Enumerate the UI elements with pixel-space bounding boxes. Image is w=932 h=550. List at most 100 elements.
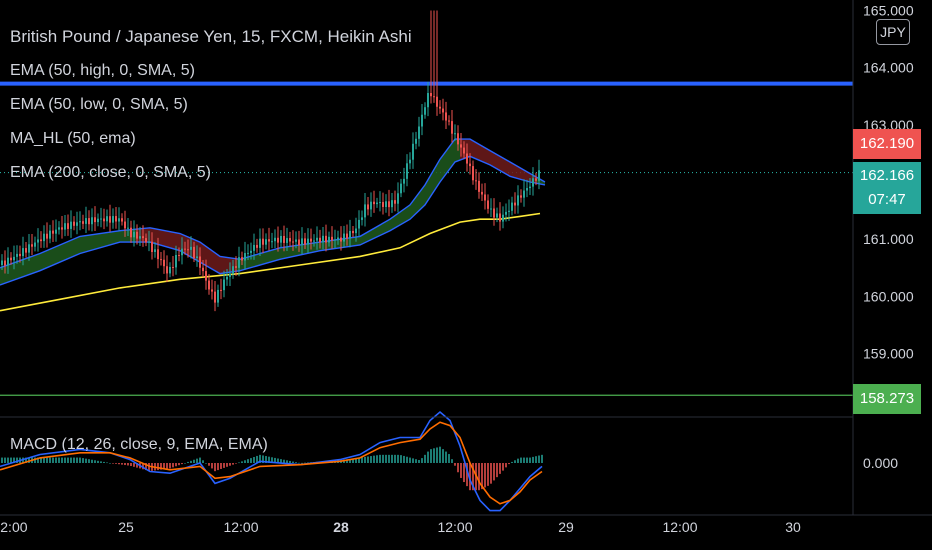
cloud-segment xyxy=(32,254,36,274)
candle-up xyxy=(343,233,345,242)
cloud-segment xyxy=(40,251,44,271)
candle-up xyxy=(454,133,456,135)
price-tick-label: 160.000 xyxy=(863,288,914,304)
cloud-segment xyxy=(120,230,124,243)
macd-histogram-bar xyxy=(178,463,180,466)
candle-up xyxy=(337,237,339,240)
candle-up xyxy=(280,235,282,243)
candle-up xyxy=(22,248,24,257)
cloud-segment xyxy=(36,253,40,273)
candle-up xyxy=(232,266,234,274)
macd-histogram-bar xyxy=(409,457,411,463)
macd-histogram-bar xyxy=(301,462,303,464)
candle-down xyxy=(121,218,123,222)
macd-histogram-bar xyxy=(70,457,72,463)
macd-histogram-bar xyxy=(292,461,294,463)
macd-histogram-bar xyxy=(517,458,519,463)
cloud-segment xyxy=(88,234,92,252)
macd-histogram-bar xyxy=(166,463,168,469)
candle-down xyxy=(10,257,12,261)
cloud-segment xyxy=(56,244,60,264)
macd-histogram-bar xyxy=(415,459,417,463)
candle-up xyxy=(244,253,246,261)
macd-histogram-bar xyxy=(196,458,198,463)
macd-histogram-bar xyxy=(100,461,102,463)
legend-macd[interactable]: MACD (12, 26, close, 9, EMA, EMA) xyxy=(10,436,268,454)
macd-histogram-bar xyxy=(229,463,231,466)
cloud-segment xyxy=(76,236,80,256)
macd-histogram-bar xyxy=(169,463,171,469)
macd-histogram-bar xyxy=(370,456,372,463)
candle-down xyxy=(115,216,117,222)
legend-ma-hl[interactable]: MA_HL (50, ema) xyxy=(10,122,412,156)
macd-histogram-bar xyxy=(538,455,540,463)
cloud-segment xyxy=(24,257,28,277)
candle-up xyxy=(307,238,309,245)
macd-histogram-bar xyxy=(121,463,123,465)
candle-down xyxy=(436,96,438,107)
candle-down xyxy=(388,201,390,208)
currency-button[interactable]: JPY xyxy=(876,19,910,45)
candle-down xyxy=(292,241,294,243)
cloud-segment xyxy=(92,234,96,251)
macd-histogram-bar xyxy=(427,451,429,463)
macd-histogram-bar xyxy=(4,457,6,463)
candle-down xyxy=(157,249,159,260)
candle-down xyxy=(394,200,396,204)
cloud-segment xyxy=(352,236,356,247)
cloud-segment xyxy=(164,230,168,248)
macd-histogram-bar xyxy=(490,463,492,484)
candle-down xyxy=(346,233,348,239)
macd-histogram-bar xyxy=(298,462,300,464)
candle-down xyxy=(430,93,432,97)
macd-histogram-bar xyxy=(436,447,438,463)
candle-down xyxy=(205,271,207,281)
candle-up xyxy=(286,238,288,243)
candle-up xyxy=(301,238,303,245)
macd-histogram-bar xyxy=(496,463,498,478)
candle-up xyxy=(397,193,399,204)
macd-histogram-bar xyxy=(526,457,528,463)
macd-histogram-bar xyxy=(403,455,405,463)
legend-ema-high[interactable]: EMA (50, high, 0, SMA, 5) xyxy=(10,54,412,88)
macd-histogram-bar xyxy=(133,463,135,467)
macd-histogram-bar xyxy=(157,463,159,471)
candle-up xyxy=(247,252,249,254)
candle-down xyxy=(331,236,333,241)
macd-histogram-bar xyxy=(43,457,45,463)
macd-histogram-bar xyxy=(532,456,534,463)
time-tick-label: 29 xyxy=(558,519,574,535)
macd-axis[interactable]: 0.000 xyxy=(863,455,898,471)
legend-ema-200[interactable]: EMA (200, close, 0, SMA, 5) xyxy=(10,156,412,190)
macd-histogram-bar xyxy=(508,463,510,465)
candle-down xyxy=(262,238,264,245)
candle-up xyxy=(418,126,420,139)
candle-down xyxy=(469,163,471,167)
candle-down xyxy=(220,289,222,291)
candle-down xyxy=(214,291,216,303)
chart-legend: British Pound / Japanese Yen, 15, FXCM, … xyxy=(10,20,412,190)
candle-down xyxy=(481,191,483,195)
macd-histogram-bar xyxy=(220,463,222,469)
cloud-segment xyxy=(280,247,284,260)
legend-ema-low[interactable]: EMA (50, low, 0, SMA, 5) xyxy=(10,88,412,122)
cloud-segment xyxy=(64,241,68,261)
candle-up xyxy=(502,214,504,222)
macd-histogram-bar xyxy=(124,463,126,466)
candle-down xyxy=(136,231,138,239)
candle-up xyxy=(226,276,228,280)
candle-up xyxy=(196,256,198,259)
macd-histogram-bar xyxy=(412,458,414,463)
candle-up xyxy=(154,249,156,252)
macd-histogram-bar xyxy=(241,461,243,463)
symbol-title[interactable]: British Pound / Japanese Yen, 15, FXCM, … xyxy=(10,20,412,54)
candle-down xyxy=(178,254,180,256)
price-tag-support: 158.273 xyxy=(853,384,921,414)
candle-up xyxy=(421,114,423,127)
candle-down xyxy=(268,239,270,242)
candle-up xyxy=(85,218,87,224)
macd-histogram-bar xyxy=(91,459,93,463)
macd-histogram-bar xyxy=(112,463,114,464)
candle-up xyxy=(175,254,177,268)
macd-histogram-bar xyxy=(103,461,105,463)
